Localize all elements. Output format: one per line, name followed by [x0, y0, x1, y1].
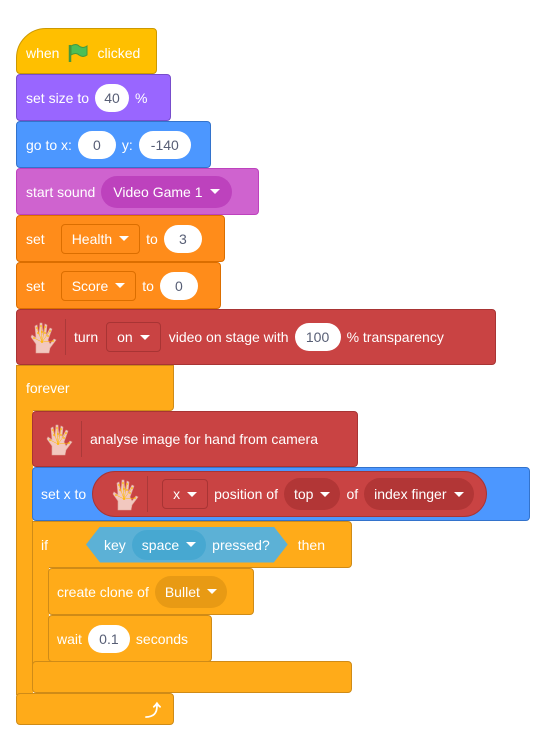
video-on-stage-label: video on stage with — [168, 329, 289, 345]
part-value: top — [293, 486, 314, 502]
axis-dropdown[interactable]: x — [162, 479, 209, 509]
turn-video-block[interactable]: turn on video on stage with 100 % transp… — [16, 309, 496, 365]
key-label: key — [104, 536, 126, 553]
sound-dropdown[interactable]: Video Game 1 — [101, 175, 232, 208]
turn-label: turn — [74, 329, 99, 345]
set-size-block[interactable]: set size to 40 % — [16, 74, 171, 121]
set-label: set — [26, 277, 45, 294]
divider — [81, 421, 82, 457]
key-pressed-condition[interactable]: key space pressed? — [86, 527, 288, 563]
chevron-down-icon — [206, 589, 217, 594]
set-x-block[interactable]: set x to x position of top of index fing… — [32, 467, 530, 521]
part-dropdown[interactable]: top — [283, 478, 341, 510]
position-of-label: position of — [214, 486, 278, 502]
key-dropdown[interactable]: space — [132, 530, 206, 560]
sound-value: Video Game 1 — [113, 183, 203, 200]
create-clone-block[interactable]: create clone of Bullet — [48, 568, 254, 615]
x-input[interactable]: 0 — [77, 130, 116, 159]
forever-top: forever — [16, 365, 174, 411]
wait-seconds-input[interactable]: 0.1 — [87, 624, 130, 653]
chevron-down-icon — [209, 189, 220, 194]
forever-label: forever — [26, 380, 70, 396]
go-to-x-label: go to x: — [26, 136, 72, 153]
forever-left-arm — [16, 405, 33, 695]
chevron-down-icon — [453, 491, 464, 497]
clone-target-dropdown[interactable]: Bullet — [154, 575, 227, 608]
health-value-input[interactable]: 3 — [163, 224, 202, 253]
set-x-label: set x to — [41, 486, 87, 502]
video-state-value: on — [117, 329, 133, 345]
chevron-down-icon — [119, 236, 130, 241]
to-label: to — [146, 230, 158, 247]
if-label: if — [41, 536, 48, 553]
y-label: y: — [121, 136, 133, 153]
video-state-dropdown[interactable]: on — [106, 322, 161, 352]
variable-dropdown-score[interactable]: Score — [60, 270, 137, 301]
divider — [147, 476, 149, 512]
start-sound-block[interactable]: start sound Video Game 1 — [16, 168, 259, 215]
go-to-xy-block[interactable]: go to x: 0 y: -140 — [16, 121, 211, 168]
finger-value: index finger — [374, 486, 447, 502]
percent-label: % — [135, 89, 148, 106]
when-label: when — [26, 45, 60, 61]
chevron-down-icon — [320, 491, 331, 497]
loop-arrow-icon: ⤴ — [144, 703, 161, 720]
chevron-down-icon — [115, 283, 126, 288]
transparency-input[interactable]: 100 — [294, 323, 341, 351]
pressed-label: pressed? — [212, 536, 270, 553]
if-bottom — [32, 661, 352, 693]
of-label: of — [346, 486, 359, 502]
green-flag-icon — [67, 43, 89, 66]
set-health-block[interactable]: set Health to 3 — [16, 215, 225, 262]
chevron-down-icon — [186, 542, 196, 547]
chevron-down-icon — [187, 491, 198, 497]
wait-block[interactable]: wait 0.1 seconds — [48, 615, 212, 662]
transparency-label: % transparency — [346, 329, 444, 345]
key-value: space — [141, 536, 180, 553]
axis-value: x — [173, 486, 181, 502]
hand-tracking-icon — [39, 419, 79, 459]
clicked-label: clicked — [97, 45, 141, 61]
chevron-down-icon — [139, 334, 150, 340]
variable-value: Score — [71, 277, 109, 294]
to-label: to — [142, 277, 154, 294]
then-label: then — [297, 536, 325, 553]
hand-tracking-icon — [105, 474, 145, 514]
if-top: if key space pressed? then — [32, 521, 352, 568]
if-left-arm — [32, 563, 49, 667]
divider — [65, 319, 66, 355]
analyse-hand-block[interactable]: analyse image for hand from camera — [32, 411, 358, 467]
forever-bottom: ⤴ — [16, 693, 174, 725]
clone-target-value: Bullet — [164, 583, 200, 600]
start-sound-label: start sound — [26, 183, 96, 200]
set-score-block[interactable]: set Score to 0 — [16, 262, 221, 309]
analyse-label: analyse image for hand from camera — [90, 431, 318, 447]
seconds-label: seconds — [135, 630, 189, 647]
wait-label: wait — [57, 630, 82, 647]
variable-dropdown-health[interactable]: Health — [60, 223, 141, 254]
hand-tracking-icon — [23, 317, 63, 357]
set-size-label: set size to — [26, 89, 90, 106]
create-clone-label: create clone of — [57, 583, 149, 600]
size-input[interactable]: 40 — [95, 83, 130, 112]
hand-position-reporter[interactable]: x position of top of index finger — [92, 471, 487, 517]
when-flag-clicked-block[interactable]: when clicked — [16, 28, 157, 74]
y-input[interactable]: -140 — [138, 130, 191, 159]
finger-dropdown[interactable]: index finger — [364, 478, 474, 510]
set-label: set — [26, 230, 45, 247]
score-value-input[interactable]: 0 — [159, 271, 198, 300]
variable-value: Health — [71, 230, 113, 247]
